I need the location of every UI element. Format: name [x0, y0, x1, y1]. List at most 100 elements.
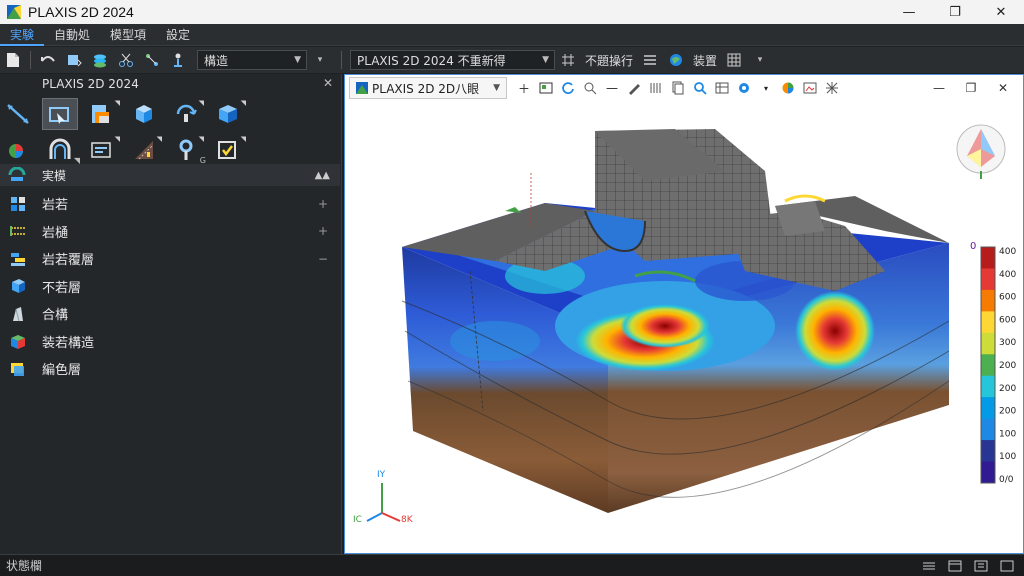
image-icon[interactable]: [537, 79, 555, 97]
list-item-control[interactable]: −: [318, 252, 328, 266]
legend-swatch: [981, 375, 995, 398]
left-panel: PLAXIS 2D 2024 ✕ ◥ ◥ ◥ ◥ ◥ ◥ ◥ G ◥ 実模 ▲▲…: [0, 74, 342, 554]
section-icon: [8, 167, 26, 181]
table-icon[interactable]: [723, 49, 745, 71]
add-icon[interactable]: ＋: [515, 79, 533, 97]
legend-tick-label: 100: [999, 452, 1016, 462]
layers-icon[interactable]: [89, 49, 111, 71]
grid-icon[interactable]: [557, 49, 579, 71]
restore-button[interactable]: ❐: [955, 81, 987, 95]
menu-item-1[interactable]: 自動処: [44, 24, 100, 46]
check-tool-icon[interactable]: ◥: [210, 134, 246, 166]
menu-item-0[interactable]: 実験: [0, 24, 45, 46]
copy-icon[interactable]: [669, 79, 687, 97]
mesh-tool-icon[interactable]: ◥: [84, 134, 120, 166]
cube-tool-icon[interactable]: [126, 98, 162, 130]
palette-icon[interactable]: [779, 79, 797, 97]
list-item[interactable]: 岩若覆層 −: [0, 245, 340, 273]
project-select-value: PLAXIS 2D 2024 不重新得: [357, 53, 506, 68]
search-label[interactable]: 不題操行: [585, 52, 633, 69]
mode-select-value: 構造: [204, 53, 229, 68]
globe-icon[interactable]: [665, 49, 687, 71]
list-item[interactable]: 編色層: [0, 355, 340, 383]
connect-icon[interactable]: [167, 49, 189, 71]
list-item[interactable]: 合構: [0, 300, 340, 328]
chevron-down-icon: ▼: [493, 83, 500, 93]
legend-swatch: [981, 268, 995, 291]
zoom-icon[interactable]: [581, 79, 599, 97]
legend-swatch: [981, 354, 995, 377]
legend-tick-label: 400: [999, 247, 1016, 257]
view-label[interactable]: 装置: [693, 52, 717, 69]
section-header[interactable]: 実模 ▲▲: [0, 164, 340, 186]
menu-item-3[interactable]: 設定: [156, 24, 200, 46]
undo-icon[interactable]: [37, 49, 59, 71]
list-item[interactable]: 装若構造: [0, 328, 340, 356]
list-item-label: 岩若覆層: [42, 253, 95, 269]
save-icon[interactable]: [63, 49, 85, 71]
project-select[interactable]: PLAXIS 2D 2024 不重新得 ▼: [350, 50, 555, 70]
menu-item-2[interactable]: 模型項: [100, 24, 156, 46]
tunnel-tool-icon[interactable]: ◥: [42, 134, 80, 166]
load-tool-icon[interactable]: [0, 134, 36, 166]
color-picker-icon[interactable]: [735, 79, 753, 97]
refresh-icon[interactable]: [559, 79, 577, 97]
bars-icon[interactable]: [647, 79, 665, 97]
maximize-button[interactable]: ❐: [932, 0, 978, 24]
collapse-icon[interactable]: ▲▲: [315, 170, 330, 181]
list-item-control[interactable]: +: [318, 224, 328, 238]
list-view-icon[interactable]: [918, 558, 940, 574]
mesh-icon[interactable]: [823, 79, 841, 97]
model-viewport[interactable]: PLAXIS 2D 2D八眼 ▼ ＋ — ▾ — ❐ ✕ IY 8K IC 0 …: [344, 74, 1024, 554]
dropdown-arrow-icon[interactable]: ▾: [749, 49, 771, 71]
export-image-icon[interactable]: [801, 79, 819, 97]
line-tool-icon[interactable]: [0, 98, 36, 130]
minimize-button[interactable]: —: [923, 81, 955, 95]
minimize-button[interactable]: —: [886, 0, 932, 24]
list-item[interactable]: 岩若 +: [0, 190, 340, 218]
table-icon[interactable]: [713, 79, 731, 97]
close-button[interactable]: ✕: [987, 81, 1019, 95]
rotate-tool-icon[interactable]: ◥: [168, 98, 204, 130]
split-view-icon[interactable]: [970, 558, 992, 574]
legend-swatch: [981, 247, 995, 269]
legend-tick-label: 300: [999, 338, 1016, 348]
node-edit-icon[interactable]: [141, 49, 163, 71]
legend-swatch: [981, 461, 995, 484]
select-tool-icon[interactable]: [42, 98, 78, 130]
menu-lines-icon[interactable]: [639, 49, 661, 71]
scissors-icon[interactable]: [115, 49, 137, 71]
mode-select[interactable]: 構造 ▼: [197, 50, 307, 70]
list-item-label: 合構: [42, 308, 69, 324]
point-tool-icon[interactable]: ◥ G: [168, 134, 206, 166]
title-bar: PLAXIS 2D 2024 — ❐ ✕: [0, 0, 1024, 24]
panel-view-icon[interactable]: [944, 558, 966, 574]
pen-icon[interactable]: [625, 79, 643, 97]
close-button[interactable]: ✕: [978, 0, 1024, 24]
stage-tool-icon[interactable]: ◥: [126, 134, 162, 166]
list-item[interactable]: 岩樋 +: [0, 218, 340, 246]
dropdown-arrow-icon[interactable]: ▾: [757, 79, 775, 97]
axis-triad: IY 8K IC: [353, 470, 414, 525]
view-cube-compass[interactable]: [956, 124, 1006, 179]
soil-tool-icon[interactable]: ◥: [84, 98, 120, 130]
list-item-control[interactable]: +: [318, 197, 328, 211]
legend-swatch: [981, 311, 995, 334]
fullscreen-icon[interactable]: [996, 558, 1018, 574]
channel-icon: [8, 221, 28, 241]
dropdown-arrow-icon[interactable]: ▾: [309, 49, 331, 71]
plaxis-logo-icon: [356, 82, 368, 94]
volume-tool-icon[interactable]: ◥: [210, 98, 246, 130]
model-render[interactable]: IY 8K IC 0 400 400 600 600 300 200 200 200 100 10…: [345, 101, 1023, 553]
viewport-toolbar: PLAXIS 2D 2D八眼 ▼ ＋ — ▾ — ❐ ✕: [345, 75, 1023, 101]
close-icon[interactable]: ✕: [323, 76, 333, 90]
list-item[interactable]: 不若層: [0, 273, 340, 301]
list-item-label: 装若構造: [42, 335, 95, 351]
list-item-label: 岩若: [42, 198, 69, 214]
new-file-icon[interactable]: [2, 49, 24, 71]
viewport-tab[interactable]: PLAXIS 2D 2D八眼 ▼: [349, 77, 507, 99]
legend-tick-label: 200: [999, 407, 1016, 417]
magnifier-icon[interactable]: [691, 79, 709, 97]
line-icon[interactable]: —: [603, 79, 621, 97]
legend-tick-label: 600: [999, 315, 1016, 325]
